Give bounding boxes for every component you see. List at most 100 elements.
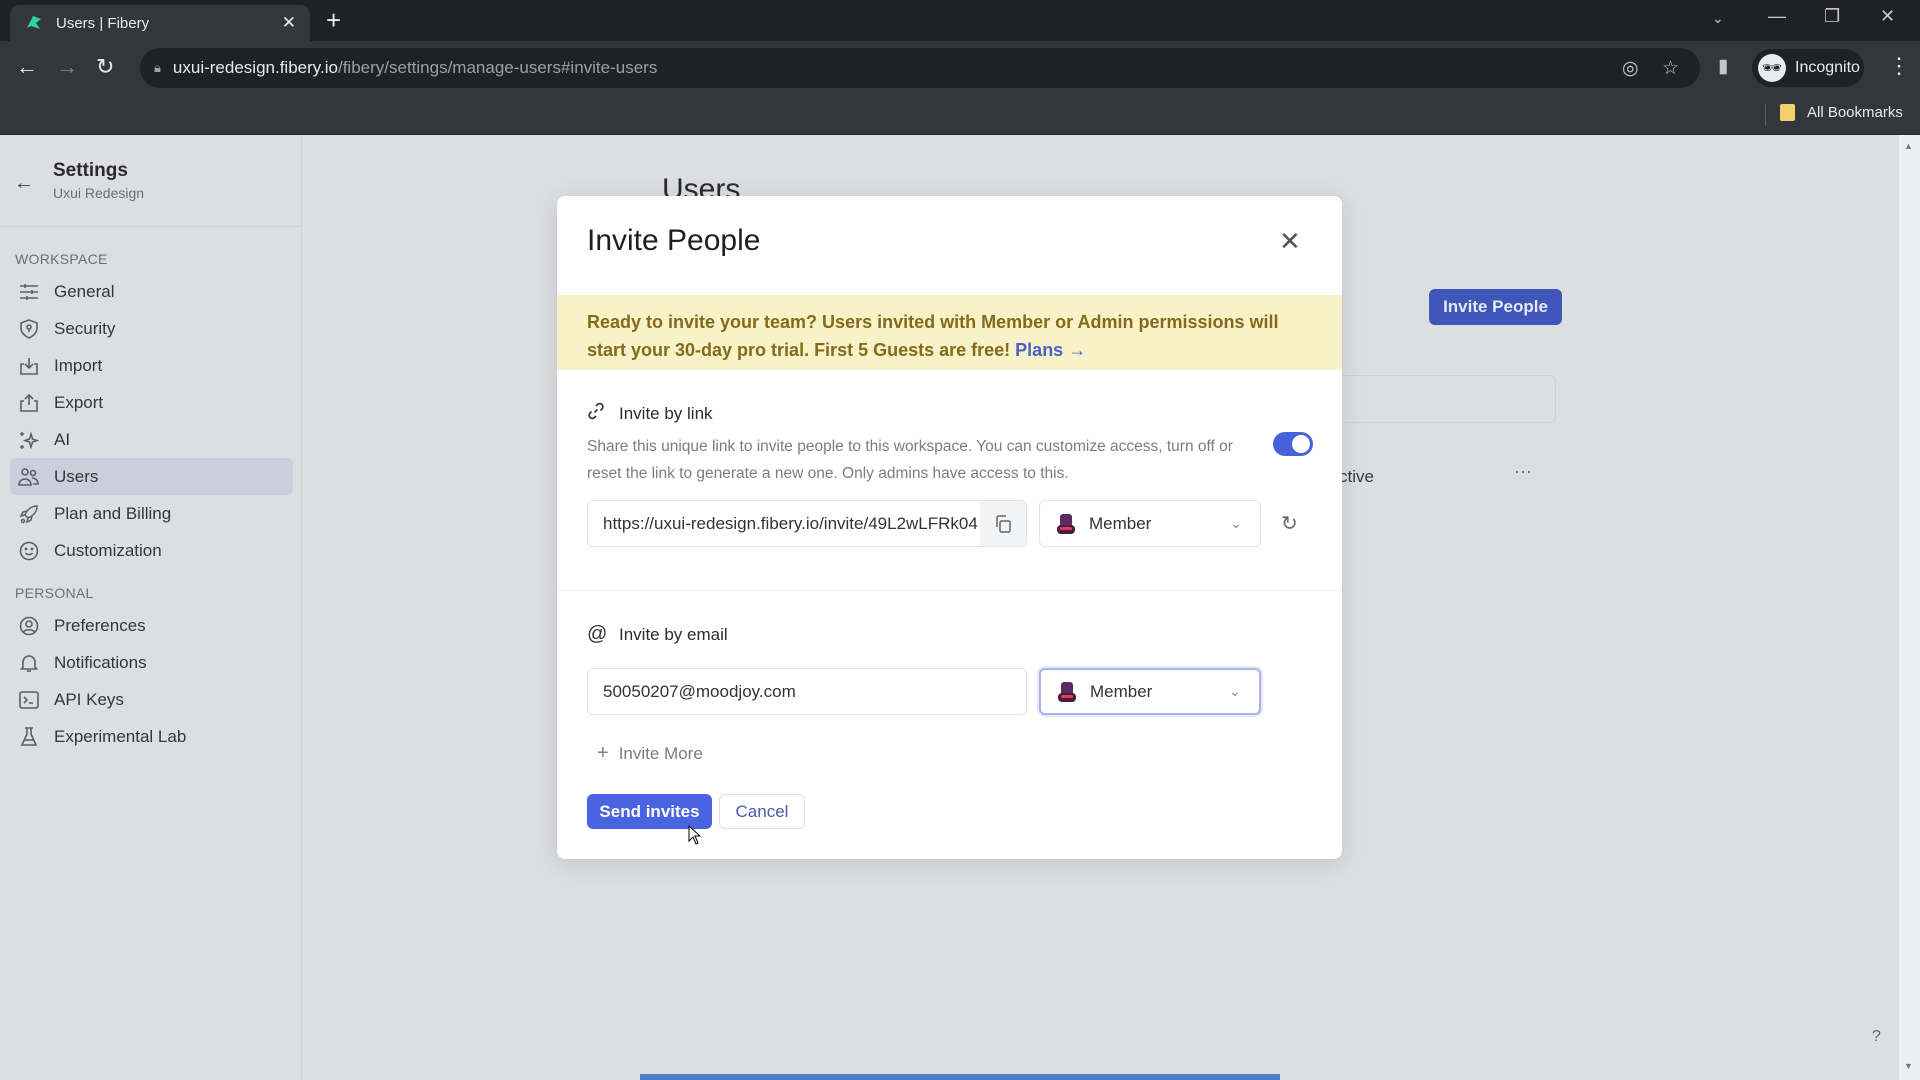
invite-link-toggle[interactable]: [1273, 432, 1313, 456]
toggle-knob: [1292, 435, 1310, 453]
sidebar-item-label: Preferences: [54, 615, 146, 635]
incognito-profile[interactable]: 🕶︎ Incognito: [1752, 49, 1864, 87]
bell-icon: [18, 652, 40, 674]
sliders-icon: [18, 281, 40, 303]
link-role-value: Member: [1089, 513, 1152, 533]
tab-title: Users | Fibery: [56, 14, 150, 32]
sidebar-item-label: Customization: [54, 540, 162, 560]
row-more-button[interactable]: ···: [1514, 461, 1532, 482]
flask-icon: [18, 726, 40, 748]
sidebar-item-export[interactable]: Export: [10, 384, 293, 421]
invite-by-email-title: Invite by email: [619, 624, 728, 644]
email-role-value: Member: [1090, 681, 1153, 701]
sidebar-item-ai[interactable]: AI: [10, 421, 293, 458]
trial-banner: Ready to invite your team? Users invited…: [557, 295, 1342, 370]
eye-off-icon[interactable]: ◎: [1622, 57, 1639, 80]
sidebar-item-plan-and-billing[interactable]: Plan and Billing: [10, 495, 293, 532]
invite-link-description: Share this unique link to invite people …: [587, 438, 1233, 482]
close-icon[interactable]: ✕: [1279, 228, 1301, 254]
restore-icon[interactable]: ❐: [1824, 6, 1840, 27]
sidebar-item-label: Experimental Lab: [54, 726, 187, 746]
close-tab-icon[interactable]: ✕: [282, 13, 296, 33]
bookmarks-bar: All Bookmarks: [0, 96, 1920, 135]
sidebar-item-security[interactable]: Security: [10, 310, 293, 347]
lock-icon: 🔒︎: [154, 60, 161, 75]
invite-people-modal: Invite People ✕ Ready to invite your tea…: [557, 196, 1342, 859]
shield-icon: [18, 318, 40, 340]
reset-link-icon[interactable]: ↻: [1281, 511, 1298, 536]
user-circle-icon: [18, 615, 40, 637]
scroll-up-icon[interactable]: ▲: [1904, 141, 1913, 151]
member-role-icon: [1057, 513, 1075, 534]
banner-text: Ready to invite your team? Users invited…: [587, 312, 1279, 360]
sidebar-item-label: Users: [54, 466, 99, 486]
back-icon[interactable]: ←: [16, 56, 38, 78]
invite-by-link-title: Invite by link: [619, 403, 713, 423]
sidebar-item-users[interactable]: Users: [10, 458, 293, 495]
users-icon: [18, 466, 40, 488]
link-role-select[interactable]: Member ⌄: [1039, 500, 1261, 547]
email-role-select[interactable]: Member ⌄: [1039, 668, 1261, 715]
import-icon: [18, 355, 40, 377]
modal-title: Invite People: [587, 224, 761, 257]
browser-menu-icon[interactable]: ⋮: [1888, 53, 1910, 79]
terminal-icon: [18, 689, 40, 711]
minimize-icon[interactable]: —: [1768, 6, 1786, 27]
incognito-label: Incognito: [1795, 59, 1860, 76]
bookmark-star-icon[interactable]: ☆: [1662, 57, 1679, 80]
at-icon: @: [587, 623, 608, 645]
email-input[interactable]: 50050207@moodjoy.com: [587, 668, 1027, 715]
user-status-text: ctive: [1339, 467, 1374, 486]
sidebar-item-label: Security: [54, 318, 116, 338]
window-close-icon[interactable]: ✕: [1880, 6, 1895, 27]
copy-icon: [996, 514, 1011, 533]
invite-by-email-header: @ Invite by email: [587, 623, 728, 646]
browser-tab[interactable]: Users | Fibery ✕: [10, 5, 310, 41]
sidebar-item-customization[interactable]: Customization: [10, 532, 293, 569]
folder-icon: [1780, 104, 1795, 121]
reload-icon[interactable]: ↻: [96, 56, 114, 78]
url-host: uxui-redesign.fibery.io: [172, 58, 338, 77]
tab-search-icon[interactable]: ⌄: [1712, 10, 1724, 27]
smiley-icon: [18, 540, 40, 562]
all-bookmarks-button[interactable]: All Bookmarks: [1780, 104, 1903, 121]
sidebar-item-notifications[interactable]: Notifications: [10, 644, 293, 681]
address-bar-row: ← → ↻ 🔒︎ uxui-redesign.fibery.io /fibery…: [0, 41, 1920, 96]
browser-tab-bar: Users | Fibery ✕ + ⌄ — ❐ ✕: [0, 0, 1920, 41]
side-panel-icon[interactable]: ▮: [1718, 55, 1728, 78]
horizontal-scrollbar[interactable]: [640, 1074, 1280, 1080]
help-button[interactable]: ?: [1872, 1028, 1881, 1046]
bookmarks-divider: [1765, 104, 1766, 126]
invite-more-button[interactable]: + Invite More: [597, 742, 703, 765]
sidebar-title: Settings: [53, 160, 128, 181]
sidebar-item-api-keys[interactable]: API Keys: [10, 681, 293, 718]
sidebar-item-import[interactable]: Import: [10, 347, 293, 384]
sidebar-item-general[interactable]: General: [10, 273, 293, 310]
invite-people-button[interactable]: Invite People: [1429, 289, 1562, 325]
copy-link-button[interactable]: [980, 501, 1026, 546]
url-input[interactable]: 🔒︎ uxui-redesign.fibery.io /fibery/setti…: [140, 48, 1700, 88]
fibery-logo-icon: [27, 16, 41, 29]
settings-sidebar: ← Settings Uxui Redesign WORKSPACE Gener…: [0, 135, 302, 1080]
export-icon: [18, 392, 40, 414]
sidebar-item-experimental-lab[interactable]: Experimental Lab: [10, 718, 293, 755]
send-invites-button[interactable]: Send invites: [587, 794, 712, 829]
app: ← Settings Uxui Redesign WORKSPACE Gener…: [0, 135, 1920, 1080]
scroll-down-icon[interactable]: ▼: [1904, 1061, 1913, 1071]
member-role-icon: [1058, 681, 1076, 702]
section-workspace: WORKSPACE: [15, 251, 108, 267]
new-tab-icon[interactable]: +: [326, 6, 341, 34]
invite-link-field[interactable]: https://uxui-redesign.fibery.io/invite/4…: [587, 500, 1027, 547]
cancel-button[interactable]: Cancel: [719, 794, 805, 829]
sidebar-item-label: Notifications: [54, 652, 147, 672]
mouse-cursor-icon: [688, 825, 702, 845]
sidebar-item-label: Import: [54, 355, 103, 375]
forward-icon[interactable]: →: [56, 56, 78, 78]
sidebar-item-preferences[interactable]: Preferences: [10, 607, 293, 644]
invite-link-value: https://uxui-redesign.fibery.io/invite/4…: [603, 513, 978, 533]
back-arrow-icon[interactable]: ←: [14, 172, 34, 195]
vertical-scrollbar[interactable]: ▲ ▼: [1899, 135, 1920, 1080]
sidebar-item-label: Export: [54, 392, 104, 412]
sidebar-item-label: API Keys: [54, 689, 124, 709]
plans-link[interactable]: Plans →: [1015, 340, 1086, 360]
